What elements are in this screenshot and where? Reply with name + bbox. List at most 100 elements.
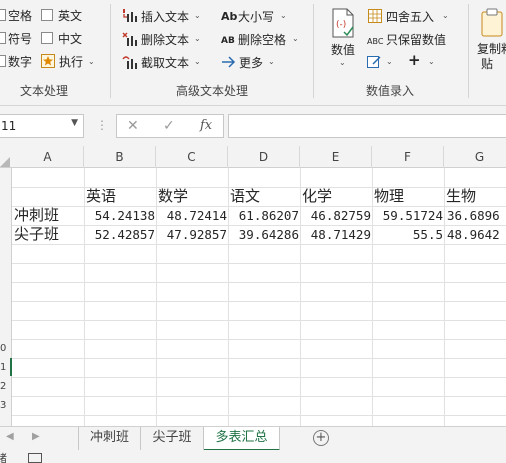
copy-paste-button[interactable]: 复制粘 xyxy=(477,42,506,56)
data-cell[interactable]: 54.24138 xyxy=(84,206,156,225)
sheet-tab-jianzi[interactable]: 尖子班 xyxy=(141,427,204,451)
column-headers: A B C D E F G xyxy=(0,146,506,168)
extract-text-icon xyxy=(122,54,138,73)
plus-dropdown-icon[interactable]: ⌄ xyxy=(428,57,435,66)
space-checkbox[interactable] xyxy=(0,9,6,21)
header-cell[interactable]: 数学 xyxy=(158,187,228,206)
data-cell[interactable]: 52.42857 xyxy=(84,225,156,244)
execute-dropdown-icon[interactable]: ⌄ xyxy=(88,57,95,66)
extract-text-dropdown-icon[interactable]: ⌄ xyxy=(194,57,201,66)
column-header-g[interactable]: G xyxy=(444,146,506,168)
column-header-e[interactable]: E xyxy=(300,146,372,168)
insert-text-dropdown-icon[interactable]: ⌄ xyxy=(194,11,201,20)
row-headers: 0123 xyxy=(0,168,12,426)
execute-button[interactable]: 执行 xyxy=(59,55,83,69)
plus-button[interactable]: + xyxy=(408,53,421,68)
data-cell[interactable]: 48.72414 xyxy=(156,206,228,225)
delete-space-dropdown-icon[interactable]: ⌄ xyxy=(292,34,299,43)
chinese-checkbox[interactable] xyxy=(41,32,53,44)
keep-value-button[interactable]: 只保留数值 xyxy=(386,33,446,47)
data-cell[interactable]: 55.5 xyxy=(372,225,444,244)
round-button[interactable]: 四舍五入 xyxy=(386,10,434,24)
grid-line xyxy=(12,282,506,283)
column-header-b[interactable]: B xyxy=(84,146,156,168)
data-cell[interactable]: 48.71429 xyxy=(300,225,372,244)
row-header[interactable] xyxy=(0,248,12,267)
header-cell[interactable]: 英语 xyxy=(86,187,156,206)
select-all-icon[interactable] xyxy=(0,157,10,167)
data-cell[interactable]: 36.6896 xyxy=(444,206,506,225)
case-button[interactable]: 大小写 xyxy=(238,10,274,24)
arrow-right-icon xyxy=(221,55,237,72)
sheet-tab-summary[interactable]: 多表汇总 xyxy=(204,427,280,451)
grid-line xyxy=(12,187,506,188)
page-layout-icon[interactable] xyxy=(28,453,42,463)
name-box-dropdown-icon[interactable]: ▼ xyxy=(71,118,78,128)
grid-line xyxy=(12,377,506,378)
formula-buttons: ✕ ✓ fx xyxy=(116,114,224,138)
numeric-value-button[interactable]: 数值 xyxy=(331,43,355,57)
keep-value-icon: ABC xyxy=(367,37,384,46)
delete-space-button[interactable]: 删除空格 xyxy=(238,33,286,47)
data-cell[interactable]: 61.86207 xyxy=(228,206,300,225)
row-header[interactable] xyxy=(0,267,12,286)
copy-paste-button-line2[interactable]: 贴 xyxy=(481,57,493,71)
delete-text-dropdown-icon[interactable]: ⌄ xyxy=(194,34,201,43)
header-cell[interactable]: 物理 xyxy=(374,187,444,206)
more-button[interactable]: 更多 xyxy=(239,56,263,70)
active-row-indicator xyxy=(10,358,12,376)
sheet-tab-chongci[interactable]: 冲刺班 xyxy=(79,427,141,451)
header-cell[interactable]: 化学 xyxy=(302,187,372,206)
numeric-value-dropdown-icon[interactable]: ⌄ xyxy=(339,58,346,67)
status-bar: 绪 xyxy=(0,450,506,463)
edit-list-icon xyxy=(367,55,383,72)
header-cell[interactable]: 生物 xyxy=(446,187,506,206)
chinese-option-label: 中文 xyxy=(58,32,83,46)
data-cell[interactable]: 39.64286 xyxy=(228,225,300,244)
row-header[interactable]: 3 xyxy=(0,400,12,419)
data-cell[interactable]: 59.51724 xyxy=(372,206,444,225)
name-box[interactable]: 11 ▼ xyxy=(0,114,84,138)
column-header-a[interactable]: A xyxy=(12,146,84,168)
next-sheet-icon[interactable]: ▶ xyxy=(32,431,40,442)
more-dropdown-icon[interactable]: ⌄ xyxy=(268,57,275,66)
formula-bar-grip-icon[interactable]: ⋮ xyxy=(96,118,108,132)
round-dropdown-icon[interactable]: ⌄ xyxy=(442,11,449,20)
add-sheet-icon[interactable]: + xyxy=(313,430,329,446)
row-header[interactable] xyxy=(0,229,12,248)
row-header[interactable] xyxy=(0,191,12,210)
data-cell[interactable]: 47.92857 xyxy=(156,225,228,244)
grid-line xyxy=(12,415,506,416)
column-header-f[interactable]: F xyxy=(372,146,444,168)
case-dropdown-icon[interactable]: ⌄ xyxy=(280,11,287,20)
spreadsheet-grid: A B C D E F G 0123 英语 数学 语文 化学 物理 生物 冲刺班… xyxy=(0,146,506,426)
column-header-d[interactable]: D xyxy=(228,146,300,168)
extract-text-button[interactable]: 截取文本 xyxy=(141,56,189,70)
row-label-cell[interactable]: 冲刺班 xyxy=(14,206,84,225)
execute-icon xyxy=(41,54,55,68)
row-label-cell[interactable]: 尖子班 xyxy=(14,225,84,244)
confirm-edit-icon[interactable]: ✓ xyxy=(163,118,175,134)
column-header-c[interactable]: C xyxy=(156,146,228,168)
row-header[interactable] xyxy=(0,286,12,305)
delete-text-button[interactable]: 删除文本 xyxy=(141,33,189,47)
ribbon: 空格 英文 符号 中文 数字 执行 ⌄ 文本处理 插入文本 ⌄ 删除文本 ⌄ 截… xyxy=(0,0,506,106)
header-cell[interactable]: 语文 xyxy=(230,187,300,206)
row-header[interactable] xyxy=(0,305,12,324)
row-header[interactable] xyxy=(0,210,12,229)
advanced-text-group-title: 高级文本处理 xyxy=(176,84,249,98)
data-cell[interactable]: 48.9642 xyxy=(444,225,506,244)
previous-sheet-icon[interactable]: ◀ xyxy=(6,431,14,442)
insert-text-button[interactable]: 插入文本 xyxy=(141,10,189,24)
row-header[interactable] xyxy=(0,172,12,191)
symbol-checkbox[interactable] xyxy=(0,32,6,44)
insert-function-icon[interactable]: fx xyxy=(200,118,212,133)
edit-list-dropdown-icon[interactable]: ⌄ xyxy=(386,57,393,66)
row-header[interactable]: 2 xyxy=(0,381,12,400)
formula-input[interactable] xyxy=(228,114,506,138)
digit-checkbox[interactable] xyxy=(0,55,6,67)
cancel-edit-icon[interactable]: ✕ xyxy=(127,118,139,134)
english-checkbox[interactable] xyxy=(41,9,53,21)
row-header[interactable] xyxy=(0,324,12,343)
data-cell[interactable]: 46.82759 xyxy=(300,206,372,225)
